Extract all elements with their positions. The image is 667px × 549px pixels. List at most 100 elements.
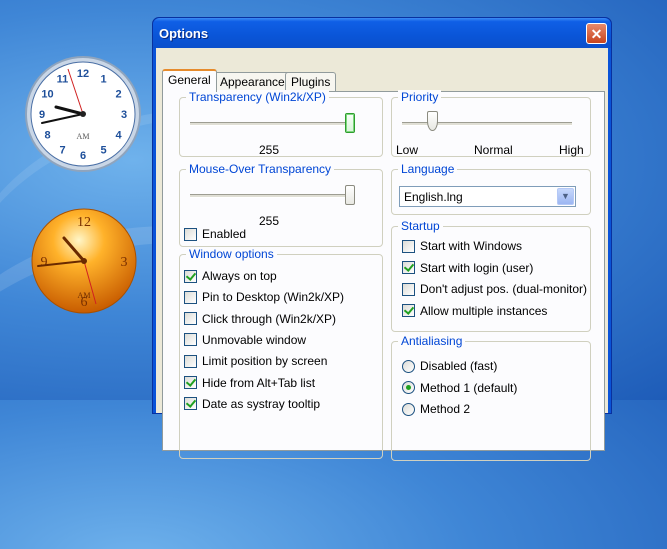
antialiasing-group: Antialiasing Disabled (fast) Method 1 (de…: [391, 334, 591, 461]
mouse-over-slider[interactable]: [345, 185, 355, 205]
general-tab-panel: Transparency (Win2k/XP) 255 Mouse-Over T…: [162, 90, 605, 461]
close-icon: ✕: [590, 26, 603, 42]
allow-multiple-instances-checkbox[interactable]: Allow multiple instances: [402, 303, 547, 319]
group-title: Antialiasing: [398, 334, 466, 348]
limit-position-by-screen-checkbox[interactable]: Limit position by screen: [184, 353, 327, 369]
pin-to-desktop-win2k-xp-checkbox[interactable]: Pin to Desktop (Win2k/XP): [184, 289, 344, 305]
always-on-top-checkbox[interactable]: Always on top: [184, 268, 277, 284]
priority-low-label: Low: [396, 143, 419, 157]
clock-numeral: 6: [80, 150, 86, 162]
checkbox-label: Unmovable window: [202, 332, 307, 347]
radio-button[interactable]: [402, 402, 415, 416]
language-group: Language English.lng ▼: [391, 162, 591, 215]
tab-label: Plugins: [291, 75, 331, 89]
checkbox-label: Hide from Alt+Tab list: [202, 375, 316, 390]
transparency-value: 255: [259, 143, 280, 157]
clock-numeral: 12: [77, 215, 91, 230]
checkbox-label: Allow multiple instances: [420, 303, 548, 318]
checkbox-label: Start with Windows: [420, 239, 523, 253]
dialog-client: General Appearance Plugins Transparency …: [156, 48, 608, 461]
clock-numeral: 8: [44, 130, 50, 142]
enabled-checkbox[interactable]: Enabled: [184, 226, 246, 242]
language-select[interactable]: English.lng ▼: [399, 186, 576, 207]
method-1-default-radio[interactable]: Method 1 (default): [402, 380, 517, 396]
tab-label: General: [168, 73, 211, 87]
group-title: Transparency (Win2k/XP): [186, 90, 329, 104]
transparency-slider[interactable]: [345, 113, 355, 133]
checkbox-box[interactable]: [184, 333, 197, 347]
clock-numeral: 10: [41, 89, 53, 101]
clock-numeral: 9: [41, 255, 48, 270]
checkbox-box[interactable]: [402, 239, 415, 253]
start-with-login-user-checkbox[interactable]: Start with login (user): [402, 260, 533, 276]
click-through-win2k-xp-checkbox[interactable]: Click through (Win2k/XP): [184, 311, 336, 327]
checkbox-label: Start with login (user): [420, 260, 534, 275]
don-t-adjust-pos-dual-monitor-checkbox[interactable]: Don't adjust pos. (dual-monitor): [402, 281, 587, 297]
tab-appearance[interactable]: Appearance: [214, 72, 291, 92]
clock-numeral: 9: [39, 109, 45, 121]
date-as-systray-tooltip-checkbox[interactable]: Date as systray tooltip: [184, 396, 320, 412]
hide-from-alt-tab-list-checkbox[interactable]: Hide from Alt+Tab list: [184, 375, 315, 391]
priority-high-label: High: [559, 143, 584, 157]
checkbox-label: Limit position by screen: [202, 354, 328, 369]
slider-track: [190, 122, 350, 126]
priority-group: Priority Low Normal High: [391, 90, 591, 157]
group-title: Mouse-Over Transparency: [186, 162, 335, 176]
clock-numeral: 12: [77, 68, 89, 80]
checkbox-box[interactable]: [184, 354, 197, 368]
tab-plugins[interactable]: Plugins: [285, 72, 337, 92]
clock-am-label: AM: [77, 132, 90, 141]
radio-label: Method 2: [420, 402, 471, 416]
checkbox-label: Date as systray tooltip: [202, 396, 321, 411]
clock-numeral: 1: [100, 74, 106, 86]
method-2-radio[interactable]: Method 2: [402, 401, 470, 417]
radio-label: Disabled (fast): [420, 359, 498, 373]
checkbox-box[interactable]: [184, 312, 197, 326]
clock-numeral: 3: [121, 109, 127, 121]
radio-button[interactable]: [402, 381, 415, 394]
checkbox-box[interactable]: [184, 227, 197, 241]
checkbox-box[interactable]: [184, 397, 197, 411]
orange-clock[interactable]: 12 3 6 9 AM: [24, 206, 144, 316]
checkbox-box[interactable]: [402, 282, 415, 296]
checkbox-box[interactable]: [184, 290, 197, 304]
window-title: Options: [159, 26, 209, 41]
clock-numeral: 4: [115, 130, 122, 142]
checkbox-box[interactable]: [184, 376, 197, 389]
tab-general[interactable]: General: [162, 69, 217, 92]
disabled-fast-radio[interactable]: Disabled (fast): [402, 358, 497, 374]
checkbox-label: Always on top: [202, 269, 277, 283]
blue-clock[interactable]: 12 1 2 3 4 5 6 7 8 9 10 11 AM: [24, 55, 142, 173]
startup-group: Startup Start with Windows Start with log…: [391, 219, 591, 332]
unmovable-window-checkbox[interactable]: Unmovable window: [184, 332, 306, 348]
group-title: Priority: [398, 90, 442, 104]
priority-slider[interactable]: [426, 111, 438, 131]
chevron-down-icon[interactable]: ▼: [557, 188, 574, 205]
checkbox-box[interactable]: [402, 261, 415, 274]
mouse-over-value: 255: [259, 214, 280, 228]
tab-label: Appearance: [220, 75, 285, 89]
start-with-windows-checkbox[interactable]: Start with Windows: [402, 238, 522, 254]
slider-track: [190, 194, 350, 198]
checkbox-box[interactable]: [184, 269, 197, 283]
radio-button[interactable]: [402, 359, 415, 373]
clock-numeral: 5: [100, 145, 106, 157]
window-options-group: Window options Always on top Pin to Deskt…: [179, 247, 383, 459]
clock-am-label: AM: [78, 291, 91, 300]
mouse-over-group: Mouse-Over Transparency 255 Enabled: [179, 162, 383, 247]
options-window: Options ✕ General Appearance Plugins Tra…: [152, 17, 612, 461]
priority-normal-label: Normal: [474, 143, 513, 157]
clock-numeral: 3: [121, 255, 128, 270]
group-title: Language: [398, 162, 458, 176]
clock-numeral: 7: [59, 145, 65, 157]
checkbox-label: Enabled: [202, 227, 247, 241]
close-button[interactable]: ✕: [586, 23, 607, 44]
clock-numeral: 2: [115, 89, 121, 101]
group-title: Startup: [398, 219, 443, 233]
radio-label: Method 1 (default): [420, 380, 518, 395]
group-title: Window options: [186, 247, 277, 261]
checkbox-box[interactable]: [402, 304, 415, 317]
title-bar[interactable]: Options ✕: [153, 18, 611, 48]
transparency-group: Transparency (Win2k/XP) 255: [179, 90, 383, 157]
clock-numeral: 11: [57, 74, 69, 86]
